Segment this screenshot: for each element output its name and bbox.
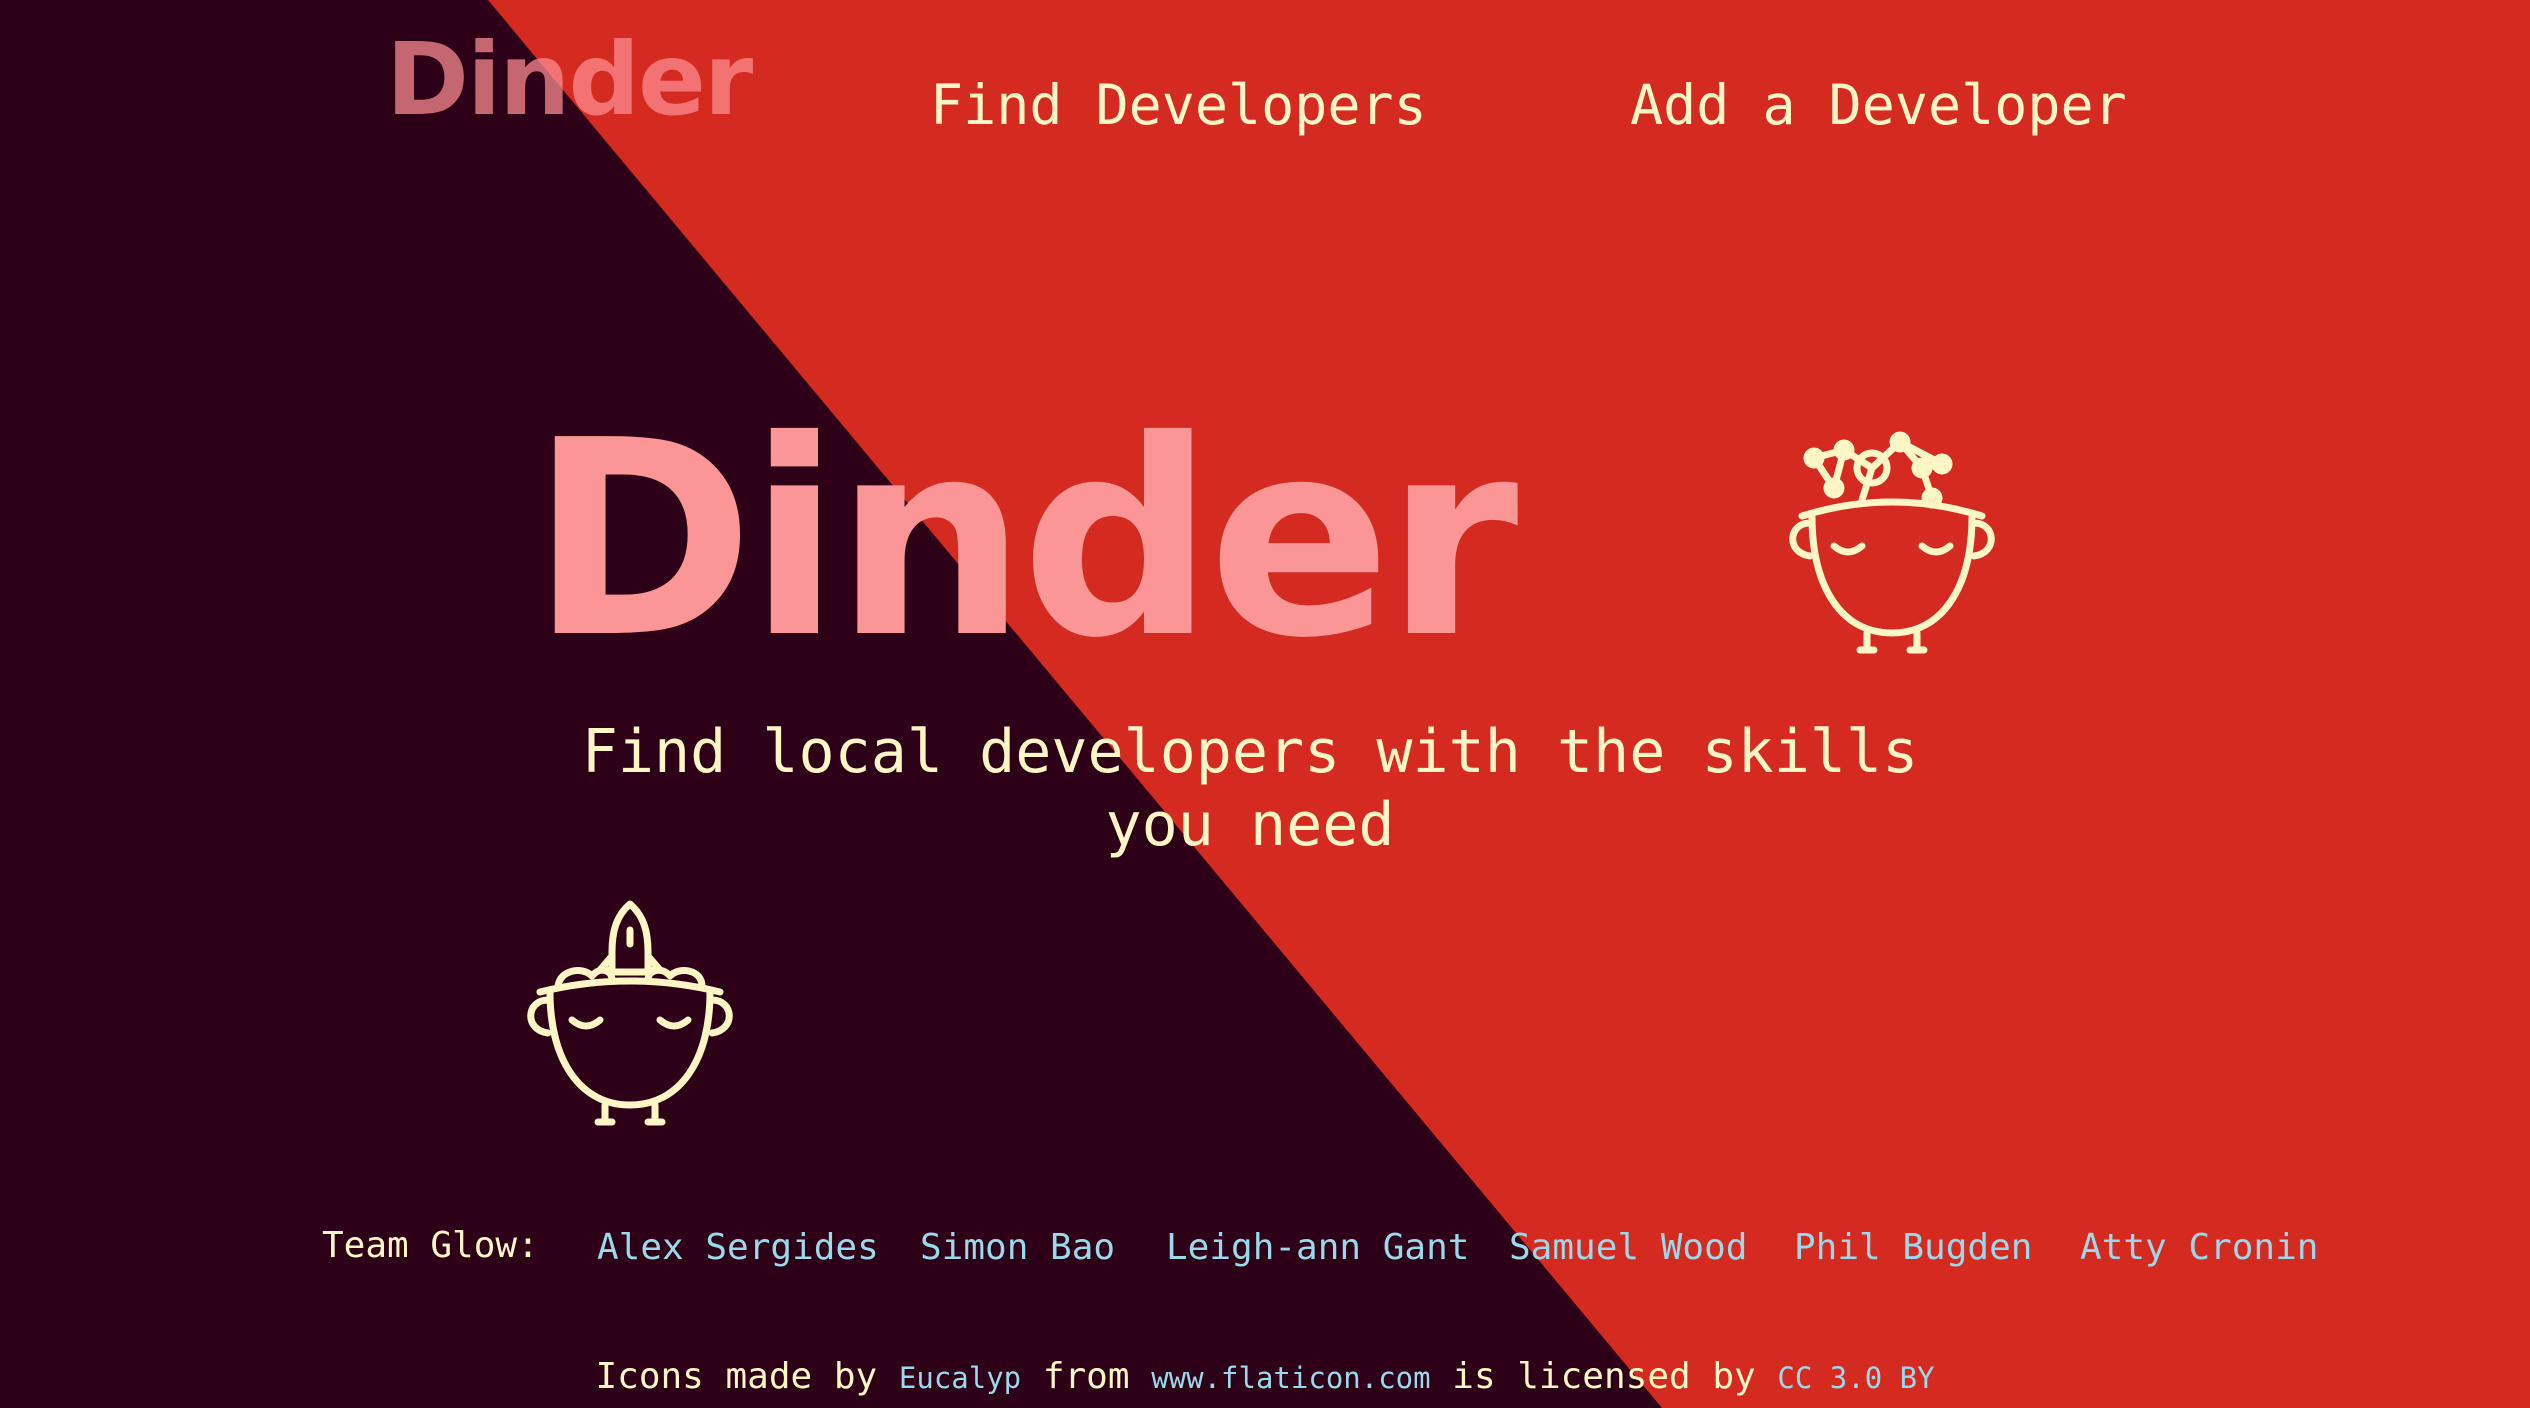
team-member-link[interactable]: Atty Cronin (2080, 1227, 2318, 1268)
credits-prefix: Icons made by (595, 1356, 878, 1397)
credits-author-link[interactable]: Eucalyp (899, 1361, 1021, 1395)
brain-network-head-icon (1789, 431, 1995, 654)
credits-license-link[interactable]: CC 3.0 BY (1777, 1361, 1934, 1395)
hero-tagline: Find local developers with the skills yo… (581, 717, 1919, 860)
team-member-link[interactable]: Phil Bugden (1794, 1227, 2032, 1268)
team-label: Team Glow: (322, 1225, 539, 1266)
team-member-link[interactable]: Leigh-ann Gant (1166, 1227, 1469, 1268)
credits-licensed: is licensed by (1452, 1356, 1756, 1397)
credits-site-link[interactable]: www.flaticon.com (1151, 1361, 1430, 1395)
credits-from: from (1042, 1356, 1130, 1397)
nav-add-developer-link[interactable]: Add a Developer (1630, 72, 2127, 138)
header-logo[interactable]: Dinder (386, 30, 753, 130)
team-member-link[interactable]: Simon Bao (920, 1227, 1115, 1268)
nav-find-developers-link[interactable]: Find Developers (930, 72, 1427, 138)
team-member-link[interactable]: Alex Sergides (597, 1227, 879, 1268)
hero-logo: Dinder (530, 382, 1518, 697)
background-split (0, 0, 2530, 1408)
team-member-link[interactable]: Samuel Wood (1509, 1227, 1747, 1268)
icon-credits: Icons made by Eucalyp from www.flaticon.… (0, 1356, 2530, 1397)
rocket-head-icon (527, 900, 733, 1126)
